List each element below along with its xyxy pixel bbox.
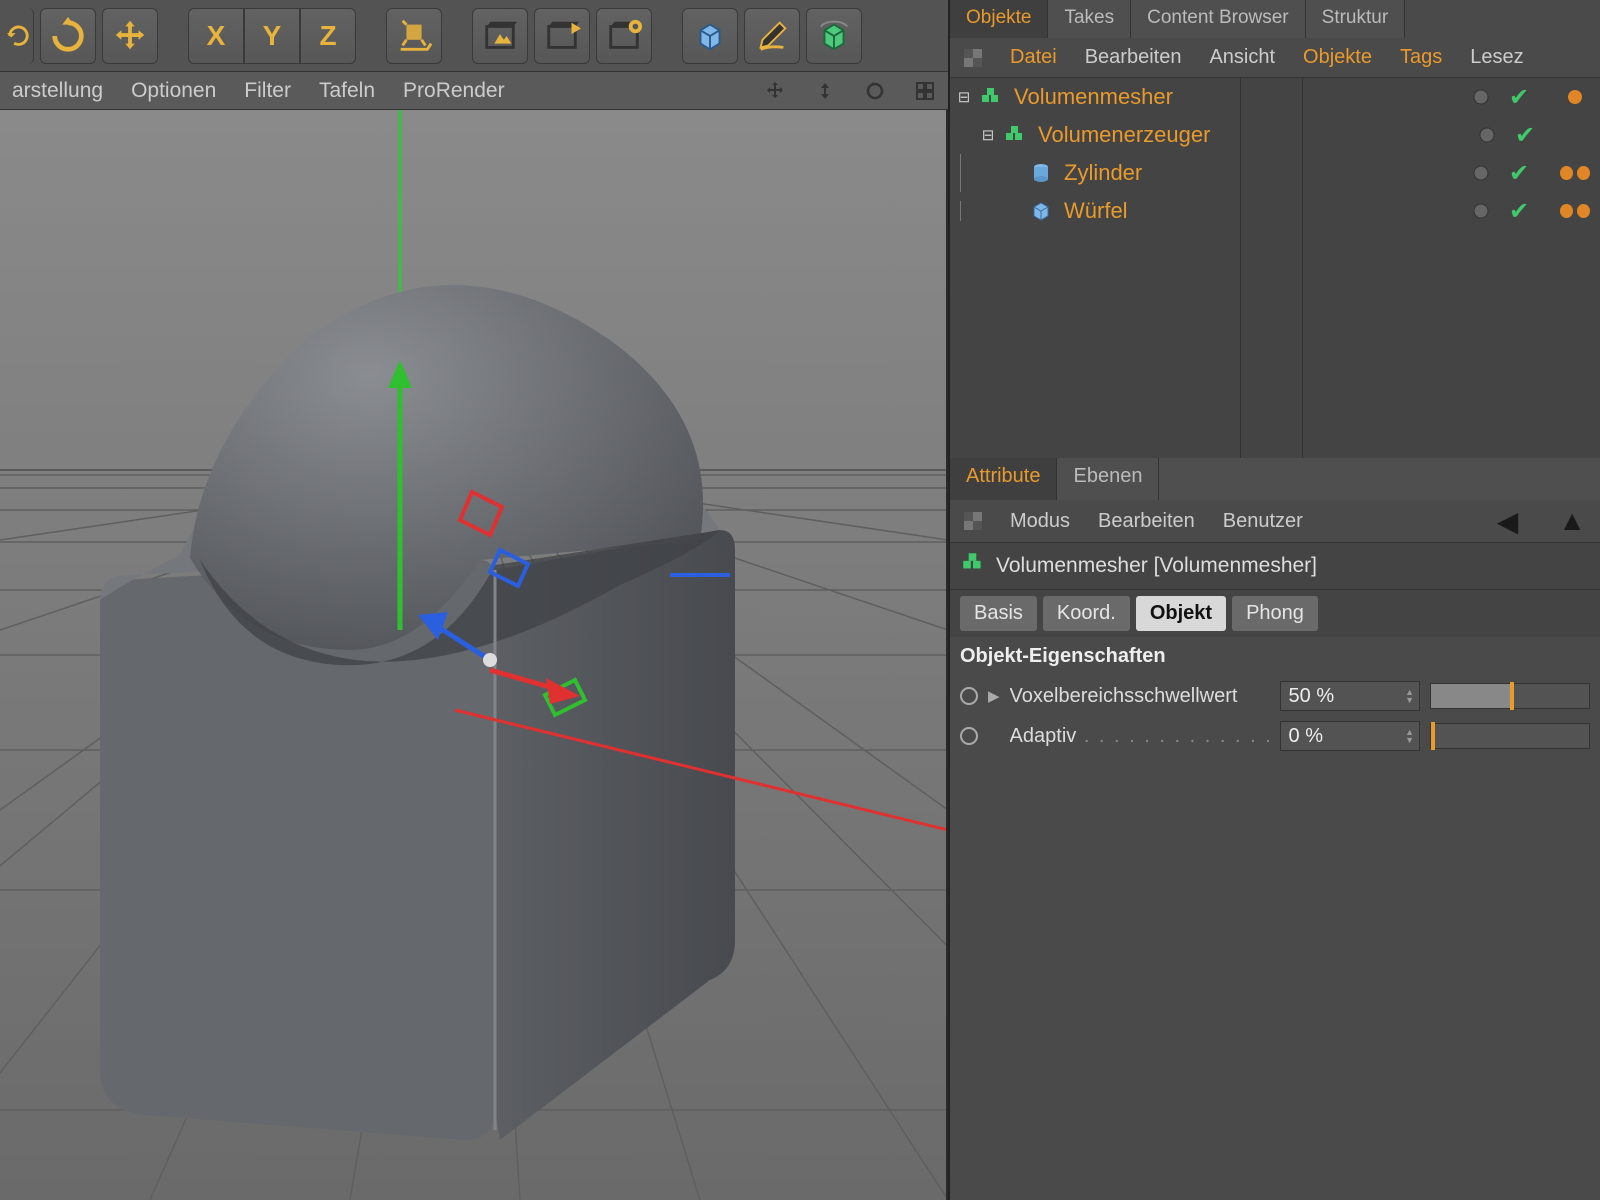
attribute-object-title: Volumenmesher [Volumenmesher] (996, 554, 1317, 578)
tree-row-volumenerzeuger[interactable]: ⊟ Volumenerzeuger ✔ (950, 116, 1600, 154)
anim-dot-icon[interactable] (960, 727, 978, 745)
render-button[interactable] (534, 8, 590, 64)
voxel-icon (960, 550, 986, 582)
objmenu-bearbeiten[interactable]: Bearbeiten (1085, 46, 1182, 69)
prop-adaptiv: ▶ Adaptiv . . . . . . . . . . . . . . . … (950, 716, 1600, 756)
tag-phong-icon[interactable] (1558, 194, 1592, 228)
expand-icon[interactable]: ⊟ (980, 126, 996, 144)
nav-back-icon[interactable]: ◀ (1497, 505, 1519, 538)
voxel-icon (1002, 122, 1028, 148)
prop-label: Adaptiv . . . . . . . . . . . . . . . . (1010, 725, 1270, 748)
attribute-menu: Modus Bearbeiten Benutzer ◀ ▲ (950, 500, 1600, 542)
visible-check-icon[interactable]: ✔ (1502, 156, 1536, 190)
vp-menu-prorender[interactable]: ProRender (403, 79, 505, 103)
anim-dot-icon[interactable] (960, 687, 978, 705)
attrmenu-bearbeiten[interactable]: Bearbeiten (1098, 510, 1195, 533)
vp-menu-filter[interactable]: Filter (244, 79, 291, 103)
nav-up-icon[interactable]: ▲ (1558, 505, 1586, 538)
tab-content-browser[interactable]: Content Browser (1131, 0, 1306, 38)
attribute-subtabs: Basis Koord. Objekt Phong (950, 590, 1600, 637)
layer-dot-icon[interactable] (1464, 80, 1498, 114)
axis-group: X Y Z (188, 8, 356, 64)
view-options-icon[interactable] (964, 49, 982, 67)
viewport-3d[interactable] (0, 110, 948, 1200)
vp-layout-icon[interactable] (914, 80, 936, 102)
prop-label: Voxelbereichsschwellwert (1010, 685, 1270, 708)
voxel-icon (978, 84, 1004, 110)
prop-slider[interactable] (1430, 683, 1590, 709)
viewport-menu: arstellung Optionen Filter Tafeln ProRen… (0, 72, 948, 110)
objmenu-datei[interactable]: Datei (1010, 46, 1057, 69)
spinner-icon[interactable]: ▲▼ (1403, 684, 1417, 708)
coord-system-button[interactable] (386, 8, 442, 64)
tree-label[interactable]: Volumenmesher (1010, 84, 1464, 110)
subtab-koord[interactable]: Koord. (1043, 596, 1130, 631)
vp-menu-display[interactable]: arstellung (12, 79, 103, 103)
section-title: Objekt-Eigenschaften (950, 637, 1600, 676)
tree-label[interactable]: Würfel (1060, 198, 1464, 224)
objmenu-lesezeichen[interactable]: Lesez (1470, 46, 1523, 69)
subtab-phong[interactable]: Phong (1232, 596, 1318, 631)
attribute-tabs: Attribute Ebenen (950, 458, 1600, 500)
right-panel: Objekte Takes Content Browser Struktur D… (948, 0, 1600, 1200)
objmenu-tags[interactable]: Tags (1400, 46, 1442, 69)
manager-tabs: Objekte Takes Content Browser Struktur (950, 0, 1600, 38)
vp-menu-options[interactable]: Optionen (131, 79, 216, 103)
vp-move-icon[interactable] (764, 80, 786, 102)
attrmenu-modus[interactable]: Modus (1010, 510, 1070, 533)
objmenu-ansicht[interactable]: Ansicht (1209, 46, 1275, 69)
tree-row-wuerfel[interactable]: Würfel ✔ (950, 192, 1600, 230)
prop-value-input[interactable]: 50 %▲▼ (1280, 681, 1420, 711)
object-tree[interactable]: ⊟ Volumenmesher ✔ ⊟ Volumenerzeuger ✔ (950, 78, 1600, 458)
render-view-button[interactable] (472, 8, 528, 64)
prop-voxel-threshold: ▶ Voxelbereichsschwellwert 50 %▲▼ (950, 676, 1600, 716)
tab-ebenen[interactable]: Ebenen (1057, 458, 1159, 500)
attribute-object-header: Volumenmesher [Volumenmesher] (950, 542, 1600, 590)
primitive-cube-button[interactable] (682, 8, 738, 64)
view-options-icon[interactable] (964, 512, 982, 530)
tab-attribute[interactable]: Attribute (950, 458, 1057, 500)
tab-struktur[interactable]: Struktur (1306, 0, 1406, 38)
subtab-basis[interactable]: Basis (960, 596, 1037, 631)
rotate-button[interactable] (40, 8, 96, 64)
layer-dot-icon[interactable] (1464, 194, 1498, 228)
tab-takes[interactable]: Takes (1048, 0, 1131, 38)
tag-phong-icon[interactable] (1558, 156, 1592, 190)
axis-y-button[interactable]: Y (244, 8, 300, 64)
subtab-objekt[interactable]: Objekt (1136, 596, 1226, 631)
tree-row-volumenmesher[interactable]: ⊟ Volumenmesher ✔ (950, 78, 1600, 116)
render-settings-button[interactable] (596, 8, 652, 64)
objmenu-objekte[interactable]: Objekte (1303, 46, 1372, 69)
visible-check-icon[interactable]: ✔ (1508, 118, 1542, 152)
axis-x-button[interactable]: X (188, 8, 244, 64)
layer-dot-icon[interactable] (1464, 156, 1498, 190)
visible-check-icon[interactable]: ✔ (1502, 80, 1536, 114)
expand-icon[interactable]: ⊟ (956, 88, 972, 106)
prop-slider[interactable] (1430, 723, 1590, 749)
tab-objekte[interactable]: Objekte (950, 0, 1048, 38)
tree-row-zylinder[interactable]: Zylinder ✔ (950, 154, 1600, 192)
expand-arrow-icon[interactable]: ▶ (988, 687, 1000, 705)
vp-menu-panels[interactable]: Tafeln (319, 79, 375, 103)
vp-rotate-icon[interactable] (864, 80, 886, 102)
object-manager-menu: Datei Bearbeiten Ansicht Objekte Tags Le… (950, 38, 1600, 78)
cube-icon (1028, 198, 1054, 224)
undo-button[interactable] (4, 8, 34, 64)
attrmenu-benutzer[interactable]: Benutzer (1223, 510, 1303, 533)
move-button[interactable] (102, 8, 158, 64)
layer-dot-icon[interactable] (1470, 118, 1504, 152)
tree-label[interactable]: Volumenerzeuger (1034, 122, 1470, 148)
spline-pen-button[interactable] (744, 8, 800, 64)
generator-button[interactable] (806, 8, 862, 64)
vp-zoom-icon[interactable] (814, 80, 836, 102)
cylinder-icon (1028, 160, 1054, 186)
prop-value-input[interactable]: 0 %▲▼ (1280, 721, 1420, 751)
spinner-icon[interactable]: ▲▼ (1403, 724, 1417, 748)
tree-label[interactable]: Zylinder (1060, 160, 1464, 186)
tag-phong-icon[interactable] (1558, 80, 1592, 114)
axis-z-button[interactable]: Z (300, 8, 356, 64)
visible-check-icon[interactable]: ✔ (1502, 194, 1536, 228)
